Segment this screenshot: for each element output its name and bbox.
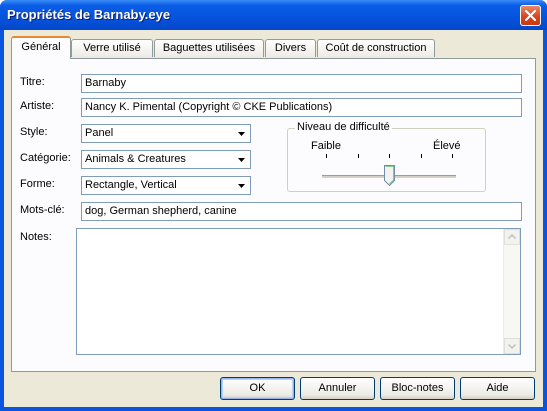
slider-tick xyxy=(421,154,422,158)
style-dropdown[interactable]: Panel xyxy=(81,124,251,143)
slider-tick xyxy=(389,154,390,158)
chevron-down-icon xyxy=(507,343,517,350)
difficulty-min-label: Faible xyxy=(311,140,341,152)
forme-dropdown[interactable]: Rectangle, Vertical xyxy=(81,176,251,195)
tab-divers[interactable]: Divers xyxy=(265,39,316,57)
motscle-label: Mots-clé: xyxy=(20,204,65,216)
chevron-down-icon[interactable] xyxy=(234,126,249,141)
title-bar[interactable]: Propriétés de Barnaby.eye xyxy=(0,0,547,30)
ok-button[interactable]: OK xyxy=(220,377,295,400)
scroll-up-button[interactable] xyxy=(504,229,520,245)
style-dropdown-value: Panel xyxy=(85,127,114,139)
slider-tick xyxy=(326,154,327,158)
titre-label: Titre: xyxy=(20,76,45,88)
cancel-button[interactable]: Annuler xyxy=(300,377,375,400)
motscle-field[interactable]: dog, German shepherd, canine xyxy=(81,202,522,221)
titre-field[interactable]: Barnaby xyxy=(81,74,522,93)
categorie-dropdown-value: Animals & Creatures xyxy=(85,153,186,165)
close-icon xyxy=(525,10,536,21)
chevron-up-icon xyxy=(507,233,517,240)
difficulty-max-label: Élevé xyxy=(433,140,461,152)
help-button[interactable]: Aide xyxy=(460,377,535,400)
notes-label: Notes: xyxy=(20,231,52,243)
slider-tick xyxy=(452,154,453,158)
tab-baguettes-utilisees[interactable]: Baguettes utilisées xyxy=(154,39,264,57)
forme-dropdown-value: Rectangle, Vertical xyxy=(85,179,177,191)
forme-label: Forme: xyxy=(20,178,55,190)
tab-verre-utilise[interactable]: Verre utilisé xyxy=(71,39,153,57)
style-label: Style: xyxy=(20,126,48,138)
chevron-down-icon[interactable] xyxy=(234,178,249,193)
slider-tick xyxy=(358,154,359,158)
notes-textarea[interactable] xyxy=(76,228,521,355)
window-title: Propriétés de Barnaby.eye xyxy=(7,7,171,22)
difficulty-slider-thumb[interactable] xyxy=(384,165,395,186)
tab-cout-de-construction[interactable]: Coût de construction xyxy=(317,39,435,57)
close-button[interactable] xyxy=(520,5,541,26)
scroll-down-button[interactable] xyxy=(504,338,520,354)
difficulty-group-title: Niveau de difficulté xyxy=(295,121,392,133)
artiste-label: Artiste: xyxy=(20,100,55,112)
categorie-label: Catégorie: xyxy=(20,152,71,164)
dialog-window: Propriétés de Barnaby.eye Général Verre … xyxy=(0,0,547,411)
tab-general[interactable]: Général xyxy=(11,36,71,59)
artiste-field[interactable]: Nancy K. Pimental (Copyright © CKE Publi… xyxy=(81,98,522,117)
notepad-button[interactable]: Bloc-notes xyxy=(380,377,455,400)
categorie-dropdown[interactable]: Animals & Creatures xyxy=(81,150,251,169)
dialog-client: Général Verre utilisé Baguettes utilisée… xyxy=(4,30,543,407)
chevron-down-icon[interactable] xyxy=(234,152,249,167)
notes-scrollbar[interactable] xyxy=(503,229,520,354)
